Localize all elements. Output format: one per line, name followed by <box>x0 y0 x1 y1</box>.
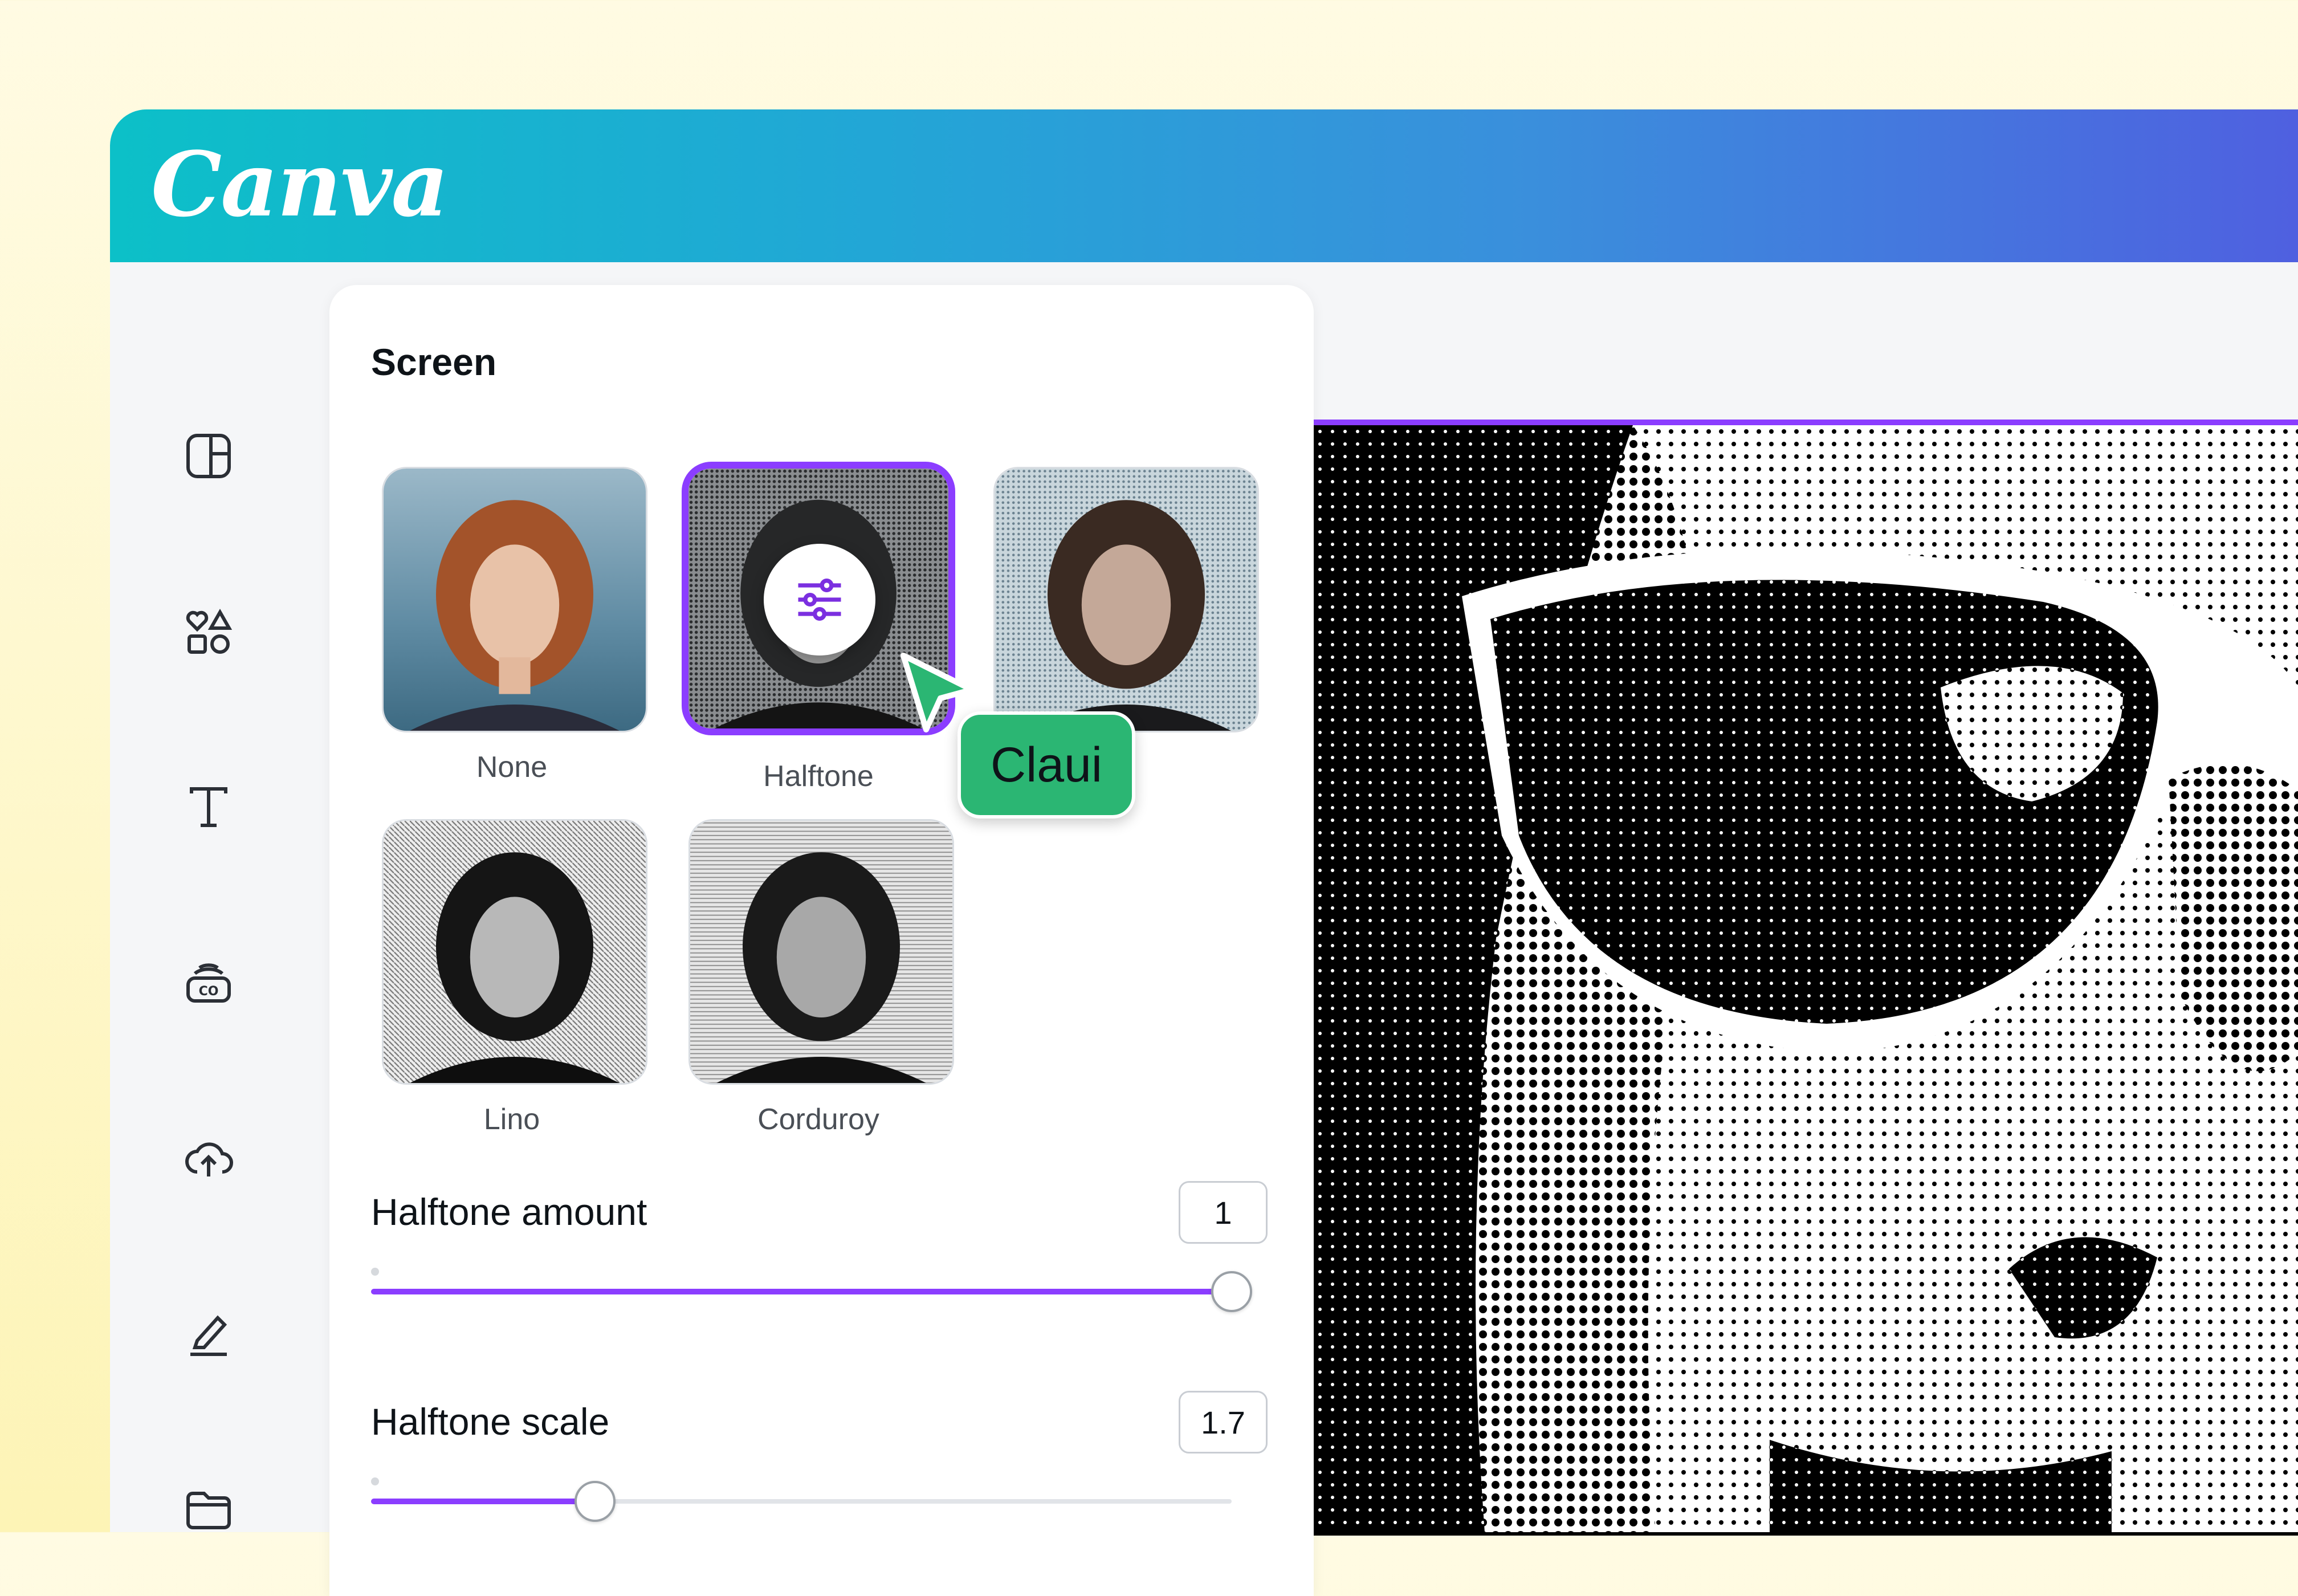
upload-icon[interactable] <box>181 1131 236 1186</box>
slider-default-tick <box>371 1268 379 1276</box>
halftone-amount-knob[interactable] <box>1211 1271 1252 1312</box>
halftone-scale-knob[interactable] <box>574 1481 616 1522</box>
halftone-amount-fill <box>371 1289 1232 1294</box>
layout-icon[interactable] <box>181 429 236 483</box>
svg-text:CO: CO <box>199 984 219 999</box>
halftone-scale-label: Halftone scale <box>371 1400 610 1443</box>
panel-title: Screen <box>371 341 497 383</box>
effect-label-none: None <box>476 751 548 784</box>
effect-label-halftone: Halftone <box>763 760 874 793</box>
effect-thumb-lino[interactable] <box>384 821 646 1083</box>
effect-label-lino: Lino <box>483 1103 540 1136</box>
slider-default-tick <box>371 1477 379 1485</box>
top-bar: Canva <box>110 109 2298 262</box>
effect-thumb-none[interactable] <box>384 469 646 731</box>
draw-icon[interactable] <box>181 1306 236 1361</box>
effect-thumb-duotone[interactable] <box>995 469 1257 731</box>
halftone-amount-input[interactable]: 1 <box>1179 1181 1268 1244</box>
brand-icon[interactable]: CO <box>181 955 236 1010</box>
folder-icon[interactable] <box>181 1482 236 1532</box>
effect-label-corduroy: Corduroy <box>757 1103 879 1136</box>
collaborator-name-tag: Claui <box>958 711 1135 819</box>
design-canvas[interactable] <box>1314 425 2298 1536</box>
left-rail: CO <box>110 262 329 1532</box>
effects-panel: Screen None Halftone Lino Corduroy Halft… <box>329 285 1314 1596</box>
effect-thumb-corduroy[interactable] <box>690 821 952 1083</box>
sliders-icon <box>798 579 841 621</box>
halftone-scale-fill <box>371 1499 595 1504</box>
canva-logo[interactable]: Canva <box>151 132 449 237</box>
halftone-photo <box>1314 425 2298 1532</box>
canvas-selection-border <box>1314 420 2298 425</box>
adjust-effect-button[interactable] <box>764 544 875 656</box>
halftone-amount-label: Halftone amount <box>371 1191 647 1233</box>
text-icon[interactable] <box>181 780 236 834</box>
halftone-scale-input[interactable]: 1.7 <box>1179 1391 1268 1453</box>
elements-icon[interactable] <box>181 604 236 659</box>
